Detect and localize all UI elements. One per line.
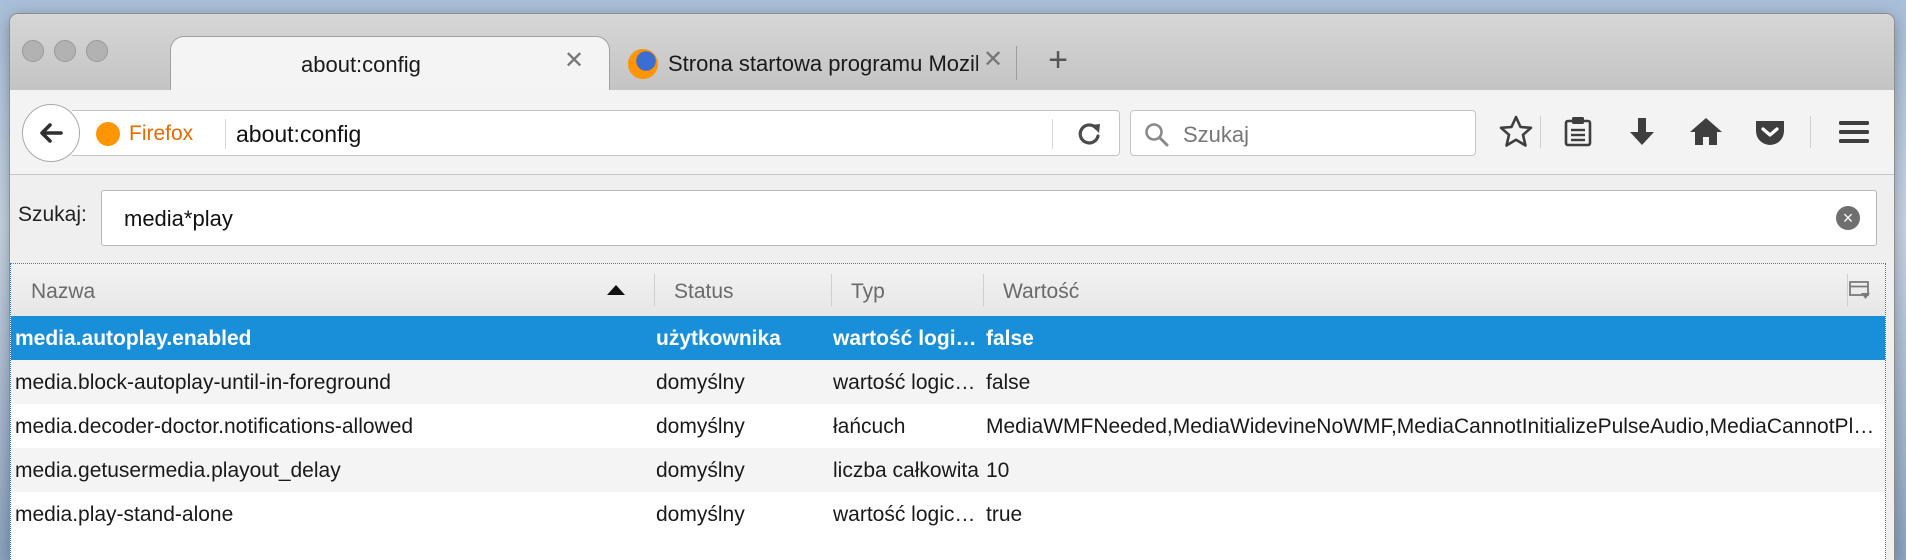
pref-type: wartość logiczna <box>833 371 983 394</box>
pref-name: media.autoplay.enabled <box>15 327 252 350</box>
reading-list-icon[interactable] <box>1558 112 1598 152</box>
firefox-icon <box>96 122 120 146</box>
pref-name: media.block-autoplay-until-in-foreground <box>15 371 391 394</box>
sort-ascending-icon <box>607 285 625 295</box>
pref-name: media.getusermedia.playout_delay <box>15 459 341 482</box>
new-tab-icon[interactable]: + <box>1040 42 1076 78</box>
nav-toolbar: Firefox about:config Szukaj <box>10 90 1894 175</box>
pref-type: wartość logiczna <box>833 327 983 350</box>
column-separator <box>1847 274 1848 306</box>
pref-value: true <box>986 503 1023 526</box>
url-bar[interactable]: Firefox about:config <box>72 110 1120 156</box>
tab-close-icon[interactable]: ✕ <box>561 48 587 74</box>
toolbar-separator <box>1810 116 1811 148</box>
table-row[interactable]: media.decoder-doctor.notifications-allow… <box>11 404 1885 448</box>
pref-value: false <box>986 327 1034 350</box>
pref-status: domyślny <box>656 371 745 394</box>
preferences-tree[interactable]: Nazwa Status Typ Wartość media.autoplay.… <box>10 263 1886 560</box>
browser-window: about:config ✕ Strona startowa programu … <box>10 14 1894 560</box>
column-status[interactable]: Status <box>674 280 734 304</box>
reload-separator <box>1052 119 1053 149</box>
back-button[interactable] <box>22 104 80 162</box>
filter-value[interactable]: media*play <box>124 206 233 232</box>
pref-value: false <box>986 371 1031 394</box>
clear-icon[interactable]: × <box>1836 206 1860 230</box>
filter-input[interactable]: media*play × <box>101 190 1877 246</box>
about-config-page: Szukaj: media*play × Nazwa Status Typ Wa… <box>10 175 1894 560</box>
window-close-button[interactable] <box>22 40 44 62</box>
column-separator[interactable] <box>654 274 655 306</box>
pref-status: domyślny <box>656 415 745 438</box>
tab-strip: about:config ✕ Strona startowa programu … <box>10 14 1894 91</box>
firefox-icon <box>628 49 658 79</box>
tab-start-page[interactable]: Strona startowa programu Mozilla Firefox… <box>610 36 1020 90</box>
column-header: Nazwa Status Typ Wartość <box>11 264 1885 317</box>
column-separator[interactable] <box>831 274 832 306</box>
bookmark-star-icon[interactable] <box>1496 112 1536 152</box>
tab-separator <box>1016 46 1017 80</box>
column-value[interactable]: Wartość <box>1003 280 1079 304</box>
pref-type: łańcuch <box>833 415 906 438</box>
reload-icon[interactable] <box>1074 119 1104 149</box>
pref-type: wartość logiczna <box>833 503 983 526</box>
window-zoom-button[interactable] <box>86 40 108 62</box>
column-name[interactable]: Nazwa <box>31 280 95 304</box>
table-row[interactable]: media.play-stand-alone domyślny wartość … <box>11 492 1885 536</box>
toolbar-separator <box>1540 116 1541 148</box>
table-row[interactable]: media.getusermedia.playout_delay domyśln… <box>11 448 1885 492</box>
table-row[interactable]: media.block-autoplay-until-in-foreground… <box>11 360 1885 404</box>
column-picker-icon[interactable] <box>1849 280 1871 300</box>
table-row[interactable]: media.autoplay.enabled użytkownika warto… <box>11 316 1885 360</box>
search-icon <box>1145 123 1169 147</box>
pref-status: domyślny <box>656 459 745 482</box>
pref-value: MediaWMFNeeded,MediaWidevineNoWMF,MediaC… <box>986 415 1876 438</box>
url-input[interactable]: about:config <box>236 121 361 148</box>
column-type[interactable]: Typ <box>851 280 885 304</box>
identity-label[interactable]: Firefox <box>129 122 193 146</box>
back-arrow-icon <box>40 123 63 143</box>
pref-status: domyślny <box>656 503 745 526</box>
home-icon[interactable] <box>1686 112 1726 152</box>
pref-value: 10 <box>986 459 1010 482</box>
tab-title: about:config <box>301 52 421 77</box>
menu-icon[interactable] <box>1834 112 1874 152</box>
tab-title: Strona startowa programu Mozilla Firefox <box>668 51 978 76</box>
search-input[interactable]: Szukaj <box>1183 122 1249 148</box>
tab-about-config[interactable]: about:config ✕ <box>170 36 610 90</box>
tab-close-icon[interactable]: ✕ <box>980 47 1006 73</box>
pocket-icon[interactable] <box>1750 112 1790 152</box>
filter-label: Szukaj: <box>18 203 87 226</box>
download-icon[interactable] <box>1622 112 1662 152</box>
column-separator[interactable] <box>983 274 984 306</box>
search-bar[interactable]: Szukaj <box>1130 110 1476 156</box>
pref-type: liczba całkowita <box>833 459 979 482</box>
pref-name: media.decoder-doctor.notifications-allow… <box>15 415 414 438</box>
window-minimize-button[interactable] <box>54 40 76 62</box>
pref-status: użytkownika <box>656 327 781 350</box>
identity-separator <box>225 119 226 149</box>
pref-name: media.play-stand-alone <box>15 503 234 526</box>
